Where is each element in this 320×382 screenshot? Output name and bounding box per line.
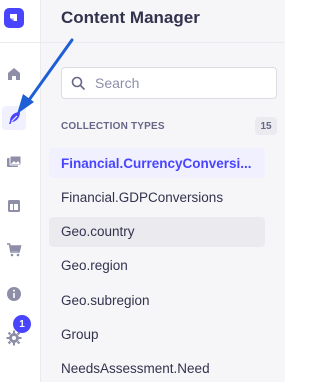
search-icon (71, 76, 85, 90)
panel-divider (41, 42, 285, 43)
list-item[interactable]: Geo.region (49, 251, 265, 281)
list-item[interactable]: Geo.subregion (49, 285, 265, 315)
search-box[interactable] (61, 67, 277, 99)
list-item[interactable]: Financial.GDPConversions (49, 182, 265, 212)
layout-builder-icon[interactable] (2, 194, 26, 218)
content-manager-feather-icon[interactable] (2, 106, 26, 130)
cart-icon[interactable] (2, 238, 26, 262)
media-library-icon[interactable] (2, 150, 26, 174)
search-input[interactable] (93, 74, 267, 92)
main-nav-rail: 1 (0, 0, 41, 382)
home-icon[interactable] (2, 62, 26, 86)
info-icon[interactable] (2, 282, 26, 306)
collection-count-badge: 15 (255, 117, 277, 135)
list-item-label: Financial.CurrencyConversi... (61, 155, 252, 171)
page-title: Content Manager (61, 8, 200, 27)
collection-types-list: Financial.CurrencyConversi... Financial.… (49, 148, 265, 382)
list-item-label: NeedsAssessment.Need (61, 361, 210, 377)
list-item[interactable]: Geo.country (49, 216, 265, 247)
list-item-label: Financial.GDPConversions (61, 189, 224, 205)
notification-badge: 1 (13, 315, 31, 333)
rail-divider (0, 42, 40, 43)
list-item-label: Geo.subregion (61, 292, 150, 308)
list-item[interactable]: NeedsAssessment.Need (49, 354, 265, 382)
list-item-label: Group (61, 326, 99, 342)
content-manager-panel: Content Manager COLLECTION TYPES 15 Fina… (41, 0, 285, 382)
list-item-label: Geo.country (61, 224, 135, 240)
list-item[interactable]: Group (49, 319, 265, 349)
app-window: 1 Content Manager COLLECTION TYPES 15 Fi… (0, 0, 285, 382)
list-item-label: Geo.region (61, 258, 128, 274)
list-item[interactable]: Financial.CurrencyConversi... (49, 148, 265, 178)
collection-types-header: COLLECTION TYPES (61, 121, 165, 132)
strapi-logo[interactable] (4, 8, 24, 28)
